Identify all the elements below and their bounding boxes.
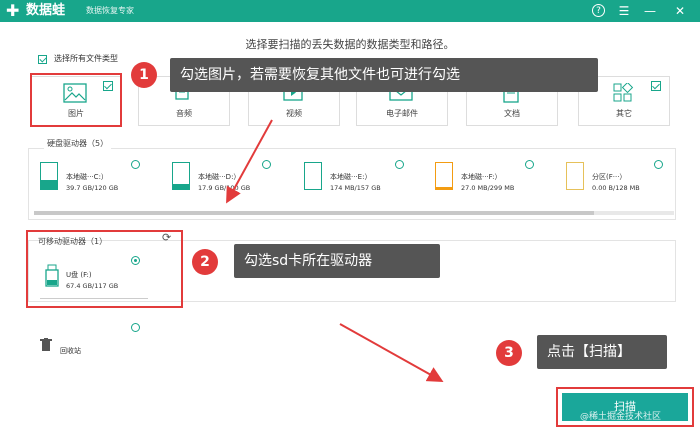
- logo-icon: ✚: [6, 1, 20, 20]
- watermark: @稀土掘金技术社区: [580, 412, 662, 422]
- drive-size: 39.7 GB/120 GB: [66, 184, 119, 192]
- arrow-2: [339, 323, 444, 382]
- disk-icon: [40, 162, 58, 190]
- file-type-label: 音频: [176, 109, 192, 118]
- file-type-label: 其它: [616, 109, 632, 118]
- drive-partition-radio[interactable]: [654, 160, 663, 169]
- drive-c-radio[interactable]: [131, 160, 140, 169]
- removable-title: 可移动驱动器（1）: [38, 237, 108, 246]
- drive-size: 27.0 MB/299 MB: [461, 184, 515, 192]
- drive-name: 本地磁···D:）: [198, 173, 241, 181]
- drive-d-radio[interactable]: [262, 160, 271, 169]
- recycle-label: 回收站: [60, 347, 81, 355]
- other-checkbox[interactable]: [651, 81, 661, 91]
- recycle-bin[interactable]: 回收站: [38, 336, 108, 360]
- removable-drive-usb[interactable]: U盘 (F:) 67.4 GB/117 GB: [40, 262, 180, 300]
- callout-1: 勾选图片，若需要恢复其他文件也可进行勾选: [170, 58, 598, 92]
- callout-3: 点击【扫描】: [537, 335, 667, 369]
- disk-icon: [304, 162, 322, 190]
- step-badge-2: 2: [192, 249, 218, 275]
- drive-name: 本地磁···C:）: [66, 173, 108, 181]
- step-badge-1: 1: [131, 62, 157, 88]
- usb-drive-icon: [45, 264, 59, 287]
- drive-size: 0.00 B/128 MB: [592, 184, 640, 192]
- disk-icon: [172, 162, 190, 190]
- help-icon[interactable]: ?: [592, 4, 605, 17]
- trash-icon: [40, 338, 52, 351]
- drive-name: 分区(F···）: [592, 173, 627, 181]
- drive-size: 174 MB/157 GB: [330, 184, 381, 192]
- close-icon[interactable]: ✕: [672, 3, 688, 19]
- file-type-label: 电子邮件: [386, 109, 418, 118]
- recycle-radio[interactable]: [131, 323, 140, 332]
- select-all-label: 选择所有文件类型: [54, 54, 118, 63]
- drive-name: 本地磁···E:）: [330, 173, 372, 181]
- step-badge-3: 3: [496, 340, 522, 366]
- drive-size: 17.9 GB/100 GB: [198, 184, 251, 192]
- drive-name: U盘 (F:): [66, 271, 92, 279]
- highlight-box-image: [30, 73, 122, 127]
- removable-drive-radio[interactable]: [131, 256, 140, 265]
- drive-name: 本地磁···F:）: [461, 173, 502, 181]
- file-type-label: 文档: [504, 109, 520, 118]
- app-name: 数据蛙: [26, 3, 66, 18]
- menu-icon[interactable]: ☰: [616, 3, 632, 19]
- other-icon: [613, 83, 634, 102]
- refresh-icon[interactable]: ⟳: [162, 232, 174, 244]
- app-subtitle: 数据恢复专家: [86, 6, 134, 15]
- minimize-icon[interactable]: —: [642, 3, 658, 19]
- file-type-label: 视频: [286, 109, 302, 118]
- usb-usage-line: [40, 298, 148, 299]
- disk-icon: [566, 162, 584, 190]
- title-bar: ✚ 数据蛙 数据恢复专家 ? ☰ — ✕: [0, 0, 700, 22]
- disk-icon: [435, 162, 453, 190]
- hard-drive-title: 硬盘驱动器（5）: [44, 138, 112, 149]
- select-all-checkbox[interactable]: [38, 55, 47, 64]
- scroll-bar[interactable]: [34, 211, 674, 215]
- drive-f-radio[interactable]: [525, 160, 534, 169]
- drive-size: 67.4 GB/117 GB: [66, 282, 119, 290]
- drive-e-radio[interactable]: [395, 160, 404, 169]
- page-heading: 选择要扫描的丢失数据的数据类型和路径。: [245, 38, 455, 51]
- callout-2: 勾选sd卡所在驱动器: [234, 244, 440, 278]
